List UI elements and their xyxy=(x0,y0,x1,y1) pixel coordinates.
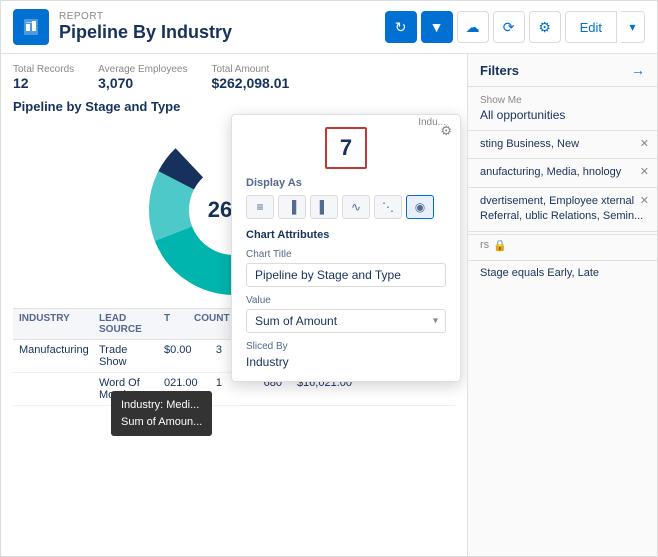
stat-value-total-amount: $262,098.01 xyxy=(211,75,289,91)
filter-item-1: sting Business, New ✕ xyxy=(468,131,657,159)
filter-item-2-text: anufacturing, Media, hnology xyxy=(480,166,621,178)
chart-tooltip: Industry: Medi... Sum of Amoun... xyxy=(111,391,212,436)
value-select-wrapper: Sum of Amount ▾ xyxy=(246,309,446,333)
filter-item-2-close[interactable]: ✕ xyxy=(640,165,649,180)
th-lead-source: LEAD SOURCE xyxy=(93,309,158,339)
filters-title: Filters xyxy=(480,63,519,78)
header-title-block: REPORT Pipeline By Industry xyxy=(59,11,232,43)
chart-title-input[interactable] xyxy=(246,263,446,287)
edit-dropdown-btn[interactable]: ▾ xyxy=(621,11,645,43)
settings-btn[interactable]: ⚙ xyxy=(529,11,561,43)
chart-type-donut[interactable]: ◉ xyxy=(406,195,434,219)
tooltip-line1: Industry: Medi... xyxy=(121,397,202,414)
sliced-by-label: Sliced By xyxy=(246,341,446,352)
report-icon-svg xyxy=(21,17,41,37)
chart-type-row: ≡ ▐ ▌ ∿ ⋱ ◉ xyxy=(246,195,446,219)
main-container: REPORT Pipeline By Industry ↻ ▼ ☁ ⟳ ⚙ Ed… xyxy=(0,0,658,557)
td-t-1: $0.00 xyxy=(158,340,188,372)
td-industry-1: Manufacturing xyxy=(13,340,93,372)
cloud-btn[interactable]: ☁ xyxy=(457,11,489,43)
sliced-by-value: Industry xyxy=(246,355,446,369)
chart-settings-popup: 7 Indu... ⚙ Display As ≡ ▐ ▌ ∿ ⋱ ◉ Chart… xyxy=(231,114,461,382)
stat-total-amount: Total Amount $262,098.01 xyxy=(211,64,289,91)
value-field-label: Value xyxy=(246,295,446,306)
header-actions: ↻ ▼ ☁ ⟳ ⚙ Edit ▾ xyxy=(385,11,645,43)
chart-section-title: Pipeline by Stage and Type xyxy=(13,99,180,114)
header-left: REPORT Pipeline By Industry xyxy=(13,9,232,45)
filter-label-row: rs 🔒 xyxy=(468,234,657,256)
header: REPORT Pipeline By Industry ↻ ▼ ☁ ⟳ ⚙ Ed… xyxy=(1,1,657,54)
filter-item-3-close[interactable]: ✕ xyxy=(640,194,649,209)
badge-container: 7 Indu... xyxy=(246,127,446,169)
show-me-section: Show Me All opportunities xyxy=(468,87,657,131)
stat-value-avg-employees: 3,070 xyxy=(98,75,187,91)
stat-value-total-records: 12 xyxy=(13,75,74,91)
chart-header: Pipeline by Stage and Type xyxy=(13,99,455,114)
filter-item-2: anufacturing, Media, hnology ✕ xyxy=(468,159,657,187)
stat-label-avg-employees: Average Employees xyxy=(98,64,187,75)
stat-label-total-amount: Total Amount xyxy=(211,64,289,75)
td-count-1: 3 xyxy=(188,340,228,372)
stage-filter-row: Stage equals Early, Late xyxy=(480,267,645,279)
stat-total-records: Total Records 12 xyxy=(13,64,74,91)
stage-filter: Stage equals Early, Late xyxy=(468,260,657,285)
edit-button[interactable]: Edit xyxy=(565,11,617,43)
report-label: REPORT xyxy=(59,11,232,22)
lock-icon: 🔒 xyxy=(493,239,507,252)
th-t: T xyxy=(158,309,188,339)
popup-gear-icon[interactable]: ⚙ xyxy=(440,123,452,139)
chart-title-field-label: Chart Title xyxy=(246,249,446,260)
chart-type-scatter[interactable]: ⋱ xyxy=(374,195,402,219)
refresh-btn[interactable]: ↻ xyxy=(385,11,417,43)
filter-item-3: dvertisement, Employee xternal Referral,… xyxy=(468,188,657,232)
show-me-value: All opportunities xyxy=(480,108,645,122)
chart-type-table[interactable]: ≡ xyxy=(246,195,274,219)
report-title: Pipeline By Industry xyxy=(59,22,232,43)
chart-count-badge: 7 xyxy=(325,127,367,169)
th-industry: INDUSTRY xyxy=(13,309,93,339)
stats-row: Total Records 12 Average Employees 3,070… xyxy=(13,64,455,91)
td-lead-1: Trade Show xyxy=(93,340,158,372)
stat-label-total-records: Total Records xyxy=(13,64,74,75)
tooltip-line2: Sum of Amoun... xyxy=(121,414,202,431)
reload-btn[interactable]: ⟳ xyxy=(493,11,525,43)
th-count: COUNT xyxy=(188,309,228,339)
filter-btn[interactable]: ▼ xyxy=(421,11,453,43)
right-panel: Filters → Show Me All opportunities stin… xyxy=(467,54,657,556)
filters-header: Filters → xyxy=(468,54,657,87)
display-as-label: Display As xyxy=(246,177,446,189)
filters-arrow-icon[interactable]: → xyxy=(631,62,645,78)
stage-filter-text: Stage equals Early, Late xyxy=(480,267,599,279)
show-me-label: Show Me xyxy=(480,95,645,106)
td-industry-2 xyxy=(13,373,93,405)
chart-type-line[interactable]: ∿ xyxy=(342,195,370,219)
content-area: Total Records 12 Average Employees 3,070… xyxy=(1,54,657,556)
filters-label-text: rs xyxy=(480,239,489,251)
stat-avg-employees: Average Employees 3,070 xyxy=(98,64,187,91)
report-icon xyxy=(13,9,49,45)
left-panel: Total Records 12 Average Employees 3,070… xyxy=(1,54,467,556)
chart-type-bar2[interactable]: ▌ xyxy=(310,195,338,219)
filter-item-1-text: sting Business, New xyxy=(480,138,579,150)
filter-item-1-close[interactable]: ✕ xyxy=(640,137,649,152)
chart-type-bar[interactable]: ▐ xyxy=(278,195,306,219)
filter-item-3-text: dvertisement, Employee xternal Referral,… xyxy=(480,195,643,222)
filter-items-list: sting Business, New ✕ anufacturing, Medi… xyxy=(468,131,657,556)
value-select[interactable]: Sum of Amount xyxy=(246,309,446,333)
chart-attrs-label: Chart Attributes xyxy=(246,229,446,241)
